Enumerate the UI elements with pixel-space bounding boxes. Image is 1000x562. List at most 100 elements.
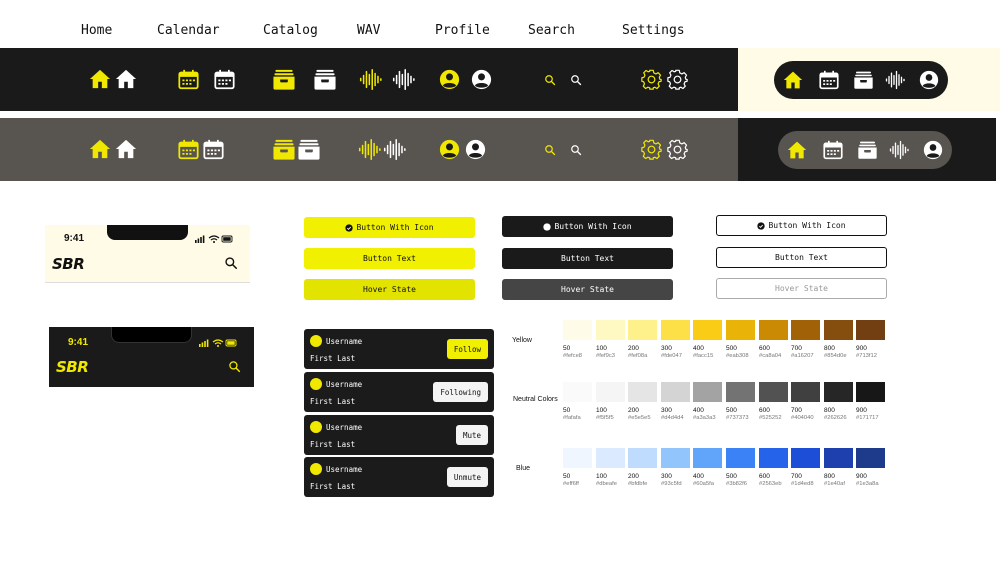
- color-swatch: [726, 382, 755, 402]
- button-label: Button With Icon: [356, 223, 434, 232]
- profile-icon[interactable]: [439, 139, 460, 160]
- search-icon[interactable]: [570, 74, 582, 86]
- calendar-icon[interactable]: [819, 70, 839, 90]
- wav-icon[interactable]: [357, 138, 382, 161]
- swatch-hex: #1e40af: [824, 481, 845, 487]
- settings-icon[interactable]: [641, 69, 662, 90]
- swatch-step: 500: [726, 473, 737, 480]
- catalog-icon[interactable]: [272, 68, 296, 91]
- button-with-icon-outline[interactable]: Button With Icon: [716, 215, 887, 236]
- nav-wav[interactable]: WAV: [357, 23, 380, 38]
- profile-icon[interactable]: [465, 139, 486, 160]
- calendar-icon[interactable]: [178, 139, 199, 160]
- button-hover-dark[interactable]: Hover State: [502, 279, 673, 300]
- following-button[interactable]: Following: [433, 382, 488, 402]
- swatch-step: 900: [856, 473, 867, 480]
- swatch-hex: #737373: [726, 415, 749, 421]
- calendar-icon[interactable]: [178, 69, 199, 90]
- swatch-step: 50: [563, 473, 571, 480]
- search-icon[interactable]: [224, 256, 238, 270]
- color-swatch: [824, 448, 853, 468]
- settings-icon[interactable]: [641, 139, 662, 160]
- catalog-icon[interactable]: [272, 138, 296, 161]
- catalog-icon[interactable]: [297, 138, 321, 161]
- mute-button[interactable]: Mute: [455, 425, 488, 445]
- button-text-yellow[interactable]: Button Text: [304, 248, 475, 269]
- color-swatch: [661, 448, 690, 468]
- catalog-icon[interactable]: [857, 140, 878, 160]
- swatch-hex: #a16207: [791, 353, 814, 359]
- button-with-icon-yellow[interactable]: Button With Icon: [304, 217, 475, 238]
- settings-icon[interactable]: [667, 69, 688, 90]
- nav-catalog[interactable]: Catalog: [263, 23, 318, 38]
- settings-icon[interactable]: [667, 139, 688, 160]
- icon-band-gray: [0, 118, 738, 181]
- calendar-icon[interactable]: [203, 139, 224, 160]
- home-icon[interactable]: [89, 138, 111, 160]
- swatch-hex: #fde047: [661, 353, 682, 359]
- color-swatch: [759, 320, 788, 340]
- unmute-button[interactable]: Unmute: [446, 467, 488, 487]
- color-swatch: [693, 320, 722, 340]
- catalog-icon[interactable]: [313, 68, 337, 91]
- search-icon[interactable]: [570, 144, 582, 156]
- swatch-step: 900: [856, 345, 867, 352]
- color-swatch: [563, 320, 592, 340]
- home-icon[interactable]: [115, 68, 137, 90]
- wav-icon[interactable]: [391, 68, 416, 91]
- home-icon[interactable]: [787, 140, 807, 160]
- nav-profile[interactable]: Profile: [435, 23, 490, 38]
- wav-icon[interactable]: [382, 138, 407, 161]
- palette-label: Blue: [516, 465, 531, 472]
- color-swatch: [563, 382, 592, 402]
- home-icon[interactable]: [115, 138, 137, 160]
- icon-band-dark: [0, 48, 738, 111]
- swatch-step: 50: [563, 407, 571, 414]
- profile-icon[interactable]: [439, 69, 460, 90]
- profile-icon[interactable]: [919, 70, 939, 90]
- button-hover-yellow[interactable]: Hover State: [304, 279, 475, 300]
- button-text-outline[interactable]: Button Text: [716, 247, 887, 268]
- nav-settings[interactable]: Settings: [622, 23, 685, 38]
- swatch-hex: #fef9c3: [596, 353, 616, 359]
- button-text-dark[interactable]: Button Text: [502, 248, 673, 269]
- button-with-icon-dark[interactable]: Button With Icon: [502, 216, 673, 237]
- search-icon[interactable]: [544, 74, 556, 86]
- phone-header-light: 9:41 SBR: [45, 225, 250, 283]
- swatch-hex: #dbeafe: [596, 481, 617, 487]
- swatch-step: 800: [824, 345, 835, 352]
- swatch-hex: #93c5fd: [661, 481, 682, 487]
- button-label: Button With Icon: [554, 222, 632, 231]
- swatch-step: 300: [661, 345, 672, 352]
- swatch-hex: #eab308: [726, 353, 749, 359]
- calendar-icon[interactable]: [214, 69, 235, 90]
- swatch-step: 50: [563, 345, 571, 352]
- follow-button[interactable]: Follow: [446, 339, 488, 359]
- swatch-hex: #2563eb: [759, 481, 782, 487]
- nav-search[interactable]: Search: [528, 23, 575, 38]
- wav-icon[interactable]: [888, 140, 910, 160]
- color-swatch: [693, 448, 722, 468]
- avatar: [310, 421, 322, 433]
- profile-icon[interactable]: [923, 140, 943, 160]
- swatch-step: 800: [824, 473, 835, 480]
- wav-icon[interactable]: [884, 70, 906, 90]
- color-swatch: [824, 382, 853, 402]
- home-icon[interactable]: [89, 68, 111, 90]
- app-logo[interactable]: SBR: [52, 255, 85, 273]
- search-icon[interactable]: [544, 144, 556, 156]
- nav-home[interactable]: Home: [81, 23, 112, 38]
- nav-calendar[interactable]: Calendar: [157, 23, 220, 38]
- profile-icon[interactable]: [471, 69, 492, 90]
- home-icon[interactable]: [783, 70, 803, 90]
- app-logo[interactable]: SBR: [56, 358, 89, 376]
- catalog-icon[interactable]: [853, 70, 874, 90]
- notch: [111, 327, 192, 343]
- wav-icon[interactable]: [358, 68, 383, 91]
- calendar-icon[interactable]: [823, 140, 843, 160]
- swatch-step: 700: [791, 345, 802, 352]
- search-icon[interactable]: [228, 360, 241, 373]
- swatch-hex: #fefce8: [563, 353, 583, 359]
- button-hover-outline[interactable]: Hover State: [716, 278, 887, 299]
- swatch-hex: #bfdbfe: [628, 481, 648, 487]
